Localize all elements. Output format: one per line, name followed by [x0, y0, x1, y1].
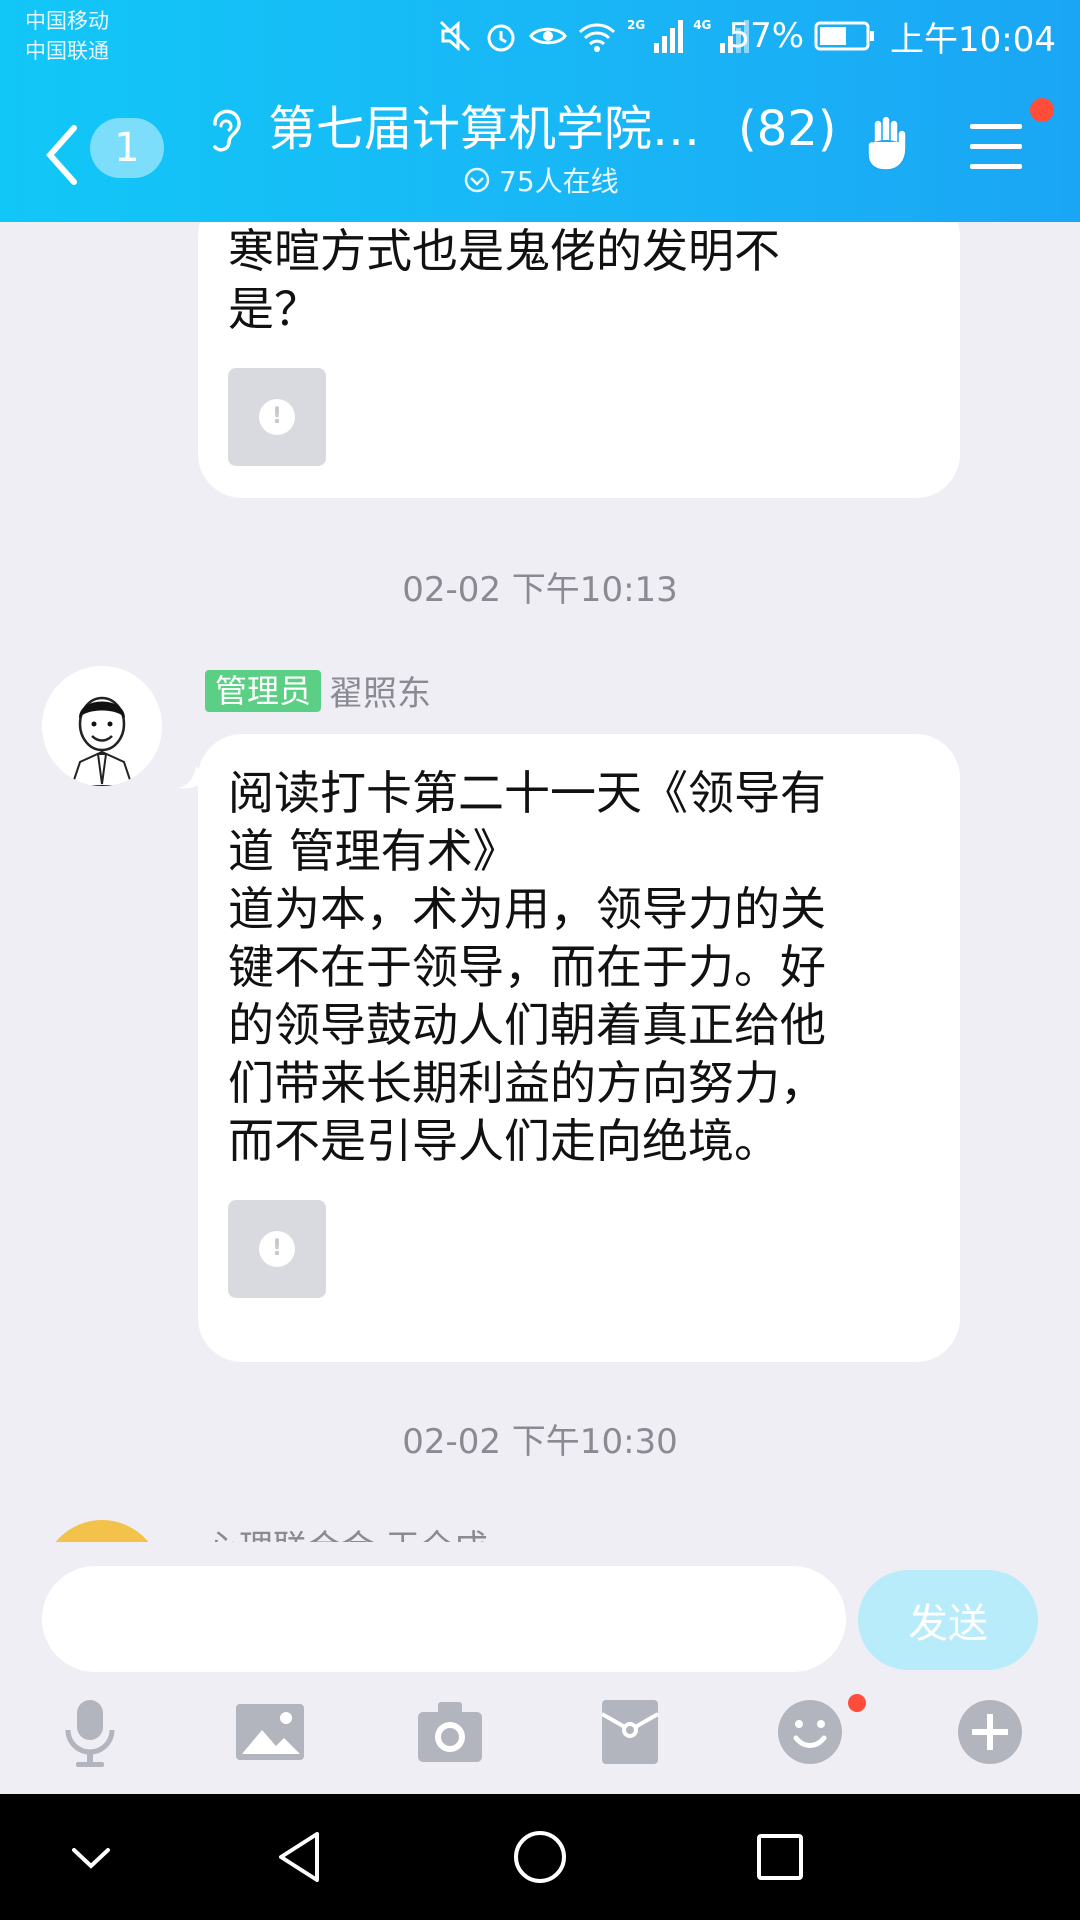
sender-name[interactable]: 翟照东 [329, 666, 431, 715]
wifi-icon [578, 23, 616, 52]
chevron-down-circle-icon [464, 167, 490, 193]
send-button[interactable]: 发送 [858, 1570, 1038, 1670]
ear-icon [213, 109, 241, 152]
member-count[interactable]: (82) [738, 94, 837, 164]
group-title[interactable]: 第七届计算机学院… [268, 94, 700, 164]
unread-count-badge[interactable]: 1 [90, 118, 164, 178]
carrier-1: 中国移动 [25, 9, 109, 33]
eye-icon [529, 27, 567, 45]
back-triangle-icon[interactable] [265, 1822, 335, 1892]
network-2g-label: 2G [627, 18, 646, 32]
mute-icon [439, 20, 471, 52]
emoji-notification-dot [848, 1694, 866, 1712]
message-bubble[interactable]: 阅读打卡第二十一天《领导有 道 管理有术》 道为本，术为用，领导力的关 键不在于… [198, 734, 960, 1362]
status-icons: 2G 4G [437, 14, 750, 58]
status-right: 57% 上午10:04 [728, 14, 1056, 60]
timestamp: 02-02 下午10:13 [402, 570, 678, 610]
input-area: 发送 [0, 1542, 1080, 1794]
message-text: 寒暄方式也是鬼佬的发明不 是？ [228, 224, 780, 336]
battery-percent: 57% [728, 16, 805, 56]
home-circle-icon[interactable] [505, 1822, 575, 1892]
camera-icon[interactable] [410, 1692, 490, 1772]
online-status[interactable]: 75人在线 [463, 162, 619, 198]
image-icon[interactable] [230, 1692, 310, 1772]
menu-notification-dot [1030, 98, 1054, 122]
image-placeholder[interactable]: ! [228, 368, 326, 466]
avatar[interactable] [42, 666, 162, 786]
image-error-icon: ! [259, 1231, 295, 1267]
plus-icon[interactable] [950, 1692, 1030, 1772]
online-count: 75人在线 [499, 165, 619, 198]
mic-icon[interactable] [50, 1692, 130, 1772]
recents-square-icon[interactable] [745, 1822, 815, 1892]
sender-info: 心理联合会 王全成 [205, 1520, 488, 1542]
admin-badge: 管理员 [205, 669, 322, 712]
chat-list[interactable]: 寒暄方式也是鬼佬的发明不 是？ ! 02-02 下午10:13 管理员 翟照东 … [0, 222, 1080, 1542]
carrier-2: 中国联通 [25, 39, 109, 63]
cartoon-man-avatar-icon [42, 666, 162, 786]
alarm-icon [487, 24, 515, 52]
sender-info: 管理员 翟照东 [205, 666, 431, 715]
timestamp: 02-02 下午10:30 [402, 1422, 678, 1462]
hand-gesture-icon[interactable] [860, 112, 920, 176]
image-error-icon: ! [259, 399, 295, 435]
sender-name[interactable]: 心理联合会 王全成 [205, 1520, 488, 1542]
message-text: 阅读打卡第二十一天《领导有 道 管理有术》 道为本，术为用，领导力的关 键不在于… [228, 766, 826, 1168]
emoji-icon[interactable] [770, 1692, 850, 1772]
message-bubble[interactable]: 寒暄方式也是鬼佬的发明不 是？ ! [198, 222, 960, 498]
carrier-names: 中国移动 中国联通 [25, 6, 109, 66]
message-input[interactable] [42, 1566, 846, 1672]
menu-icon[interactable] [968, 120, 1024, 174]
signal-icon [654, 20, 684, 53]
system-nav-bar [0, 1794, 1080, 1920]
network-4g-label: 4G [693, 18, 712, 32]
chat-header: 中国移动 中国联通 2G 4G 57% 上午10:04 1 第七届计算机学院… … [0, 0, 1080, 222]
battery-icon [814, 21, 875, 51]
image-placeholder[interactable]: ! [228, 1200, 326, 1298]
red-packet-icon[interactable] [590, 1692, 670, 1772]
title-bar: 1 第七届计算机学院… (82) 75人在线 [0, 90, 1080, 220]
status-bar: 中国移动 中国联通 2G 4G 57% 上午10:04 [0, 0, 1080, 72]
avatar[interactable] [42, 1520, 162, 1542]
clock: 上午10:04 [890, 19, 1056, 60]
chevron-down-icon[interactable] [56, 1822, 126, 1892]
